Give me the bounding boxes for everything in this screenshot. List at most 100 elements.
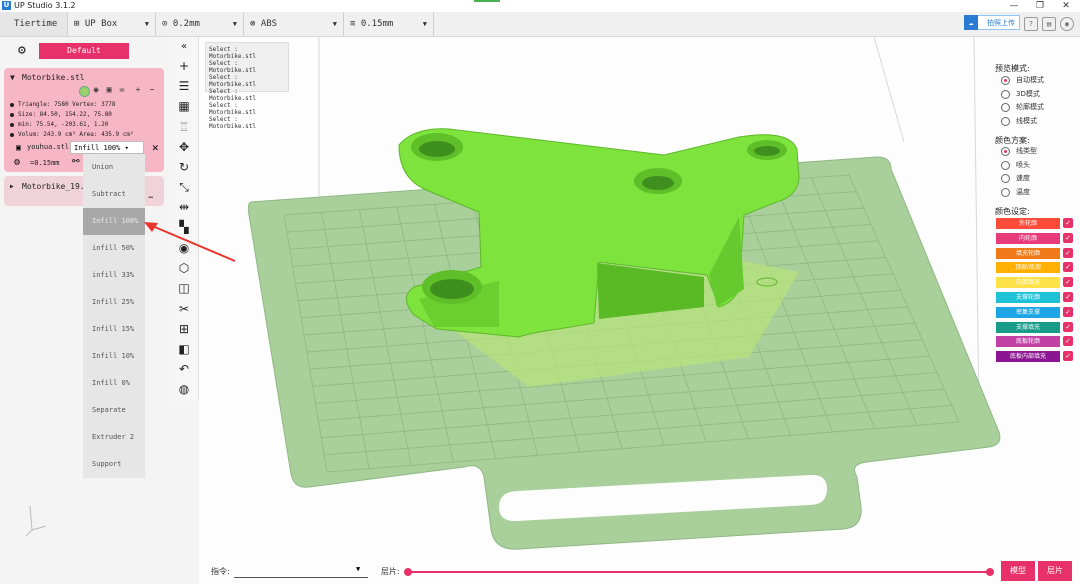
command-input[interactable] — [234, 563, 368, 578]
radio-button[interactable] — [1001, 147, 1010, 156]
document-icon[interactable]: ▤ — [1042, 17, 1056, 31]
layer-select[interactable]: ≡ 0.15mm ▼ — [344, 12, 434, 36]
rotate-icon[interactable]: ↻ — [174, 159, 194, 175]
cube-icon[interactable]: ▣ — [105, 86, 113, 94]
checkbox[interactable]: ✓ — [1063, 336, 1073, 347]
remove-icon[interactable]: − — [148, 193, 153, 203]
color-swatch[interactable]: 底板轮廓 — [996, 336, 1060, 348]
radio-button[interactable] — [1001, 116, 1010, 126]
layer-slider[interactable] — [408, 571, 990, 573]
checkbox[interactable]: ✓ — [1063, 292, 1073, 302]
help-icon[interactable]: ? — [1024, 17, 1038, 31]
collapse-icon[interactable]: « — [174, 39, 194, 55]
maximize-button[interactable]: ❐ — [1030, 0, 1050, 12]
undo-icon[interactable]: ↶ — [174, 361, 194, 377]
radio-button[interactable] — [1001, 174, 1010, 183]
menu-item[interactable]: Infill 10% — [83, 343, 145, 370]
radio-button[interactable] — [1001, 89, 1010, 99]
color-swatch[interactable]: 底板内部填充 — [996, 351, 1060, 363]
color-swatch[interactable]: 顶部/底部 — [996, 262, 1060, 274]
add-icon[interactable]: + — [134, 86, 142, 94]
nozzle-select[interactable]: ⊙ 0.2mm ▼ — [156, 12, 244, 36]
settings-icon[interactable]: ◉ — [1060, 17, 1074, 31]
menu-item[interactable]: Infill 100% — [83, 208, 145, 235]
mirror-icon[interactable]: ⇹ — [174, 199, 194, 215]
checkbox[interactable]: ✓ — [1063, 247, 1073, 258]
color-swatch[interactable]: 支撑轮廓 — [996, 292, 1060, 303]
volume-info: Volum: 243.9 cm³ Area: 435.9 cm² — [10, 131, 134, 138]
menu-item[interactable]: Infill 25% — [83, 289, 145, 316]
printer-select[interactable]: ⊞ UP Box ▼ — [68, 12, 156, 36]
menu-item[interactable]: infill 33% — [83, 262, 145, 289]
model-color-icon[interactable] — [79, 86, 90, 97]
color-swatch[interactable]: 外轮廓 — [996, 218, 1060, 229]
repair-icon[interactable]: ✂ — [174, 301, 194, 317]
checkbox[interactable]: ✓ — [1063, 262, 1073, 273]
log-line: Select : Motorbike.stl — [209, 74, 256, 88]
color-swatch[interactable]: 支撑填充 — [996, 321, 1060, 333]
print-icon[interactable]: ♖ — [174, 119, 194, 135]
radio-label: 速度 — [1016, 174, 1030, 182]
tab-tiertime[interactable]: Tiertime — [0, 12, 68, 36]
material-select[interactable]: ⊗ ABS ▼ — [244, 12, 344, 36]
gear-icon[interactable]: ⚙ — [14, 157, 20, 168]
printer-label: UP Box — [84, 19, 118, 29]
grid-icon[interactable]: ⊞ — [174, 321, 194, 337]
model-view-button[interactable]: 模型 — [1001, 561, 1035, 581]
menu-item[interactable]: Separate — [83, 397, 145, 424]
menu-item[interactable]: infill 50% — [83, 235, 145, 262]
layer-view-button[interactable]: 层片 — [1038, 561, 1072, 581]
chevron-down-icon: ▼ — [144, 20, 149, 28]
add-model-icon[interactable]: + — [174, 58, 194, 74]
model2-name[interactable]: Motorbike_19. — [22, 182, 85, 191]
menu-item[interactable]: Infill 0% — [83, 370, 145, 397]
database-icon[interactable]: ☰ — [174, 78, 194, 94]
scale-icon[interactable]: ⤡ — [174, 179, 194, 195]
chevron-down-icon[interactable]: ▼ — [356, 565, 360, 573]
menu-item[interactable]: Extruder 2 — [83, 424, 145, 451]
3d-viewport[interactable] — [199, 37, 1080, 558]
radio-button[interactable] — [1001, 160, 1010, 170]
view-side-icon[interactable]: ◫ — [174, 280, 194, 296]
color-swatch[interactable]: 内轮廓 — [996, 232, 1060, 244]
layer-slider-start-handle[interactable] — [404, 568, 412, 576]
panel-icon[interactable]: ◧ — [174, 341, 194, 357]
infill-select[interactable]: Infill 100% ▾ — [70, 141, 144, 154]
eye-icon[interactable]: ◉ — [92, 86, 100, 94]
checkbox[interactable]: ✓ — [1063, 306, 1073, 317]
radio-button[interactable] — [1001, 187, 1010, 197]
model-expand-icon[interactable]: ▼ — [10, 73, 15, 82]
checkbox[interactable]: ✓ — [1063, 218, 1073, 228]
color-swatch[interactable]: 填充轮廓 — [996, 247, 1060, 259]
reset-icon[interactable]: ◍ — [174, 381, 194, 397]
link-icon[interactable]: ⚯ — [72, 157, 80, 167]
close-button[interactable]: ✕ — [1056, 0, 1076, 12]
checkbox[interactable]: ✓ — [1063, 277, 1073, 288]
color-swatch[interactable]: 内部填充 — [996, 277, 1060, 289]
menu-item[interactable]: Infill 15% — [83, 316, 145, 343]
color-swatch[interactable]: 密集支撑 — [996, 306, 1060, 318]
scene-canvas[interactable] — [199, 37, 1080, 558]
mail-icon[interactable]: ✉ — [118, 86, 126, 94]
app-title: UP Studio 3.1.2 — [14, 1, 76, 10]
infill-menu: Union Subtract Infill 100% infill 50% infill… — [83, 154, 145, 478]
sub-model-name[interactable]: youhua.stl — [27, 143, 69, 151]
default-profile-button[interactable]: Default — [39, 43, 129, 59]
checkbox[interactable]: ✓ — [1063, 321, 1073, 332]
minimize-button[interactable]: — — [1004, 0, 1024, 12]
radio-button[interactable] — [1001, 103, 1010, 112]
slice-icon[interactable]: ▦ — [174, 98, 194, 114]
menu-item[interactable]: Subtract — [83, 181, 145, 208]
model-name[interactable]: Motorbike.stl — [22, 73, 85, 82]
checkbox[interactable]: ✓ — [1063, 351, 1073, 362]
layer-slider-end-handle[interactable] — [986, 568, 994, 576]
checkbox[interactable]: ✓ — [1063, 232, 1073, 243]
remove-icon[interactable]: − — [148, 86, 156, 94]
move-icon[interactable]: ✥ — [174, 139, 194, 155]
menu-item[interactable]: Support — [83, 451, 145, 478]
radio-button[interactable] — [1001, 76, 1010, 85]
gear-icon[interactable]: ⚙ — [18, 44, 32, 58]
menu-item[interactable]: Union — [83, 154, 145, 181]
close-icon[interactable]: ✕ — [152, 141, 159, 154]
model-collapse-icon[interactable]: ▶ — [10, 183, 14, 190]
